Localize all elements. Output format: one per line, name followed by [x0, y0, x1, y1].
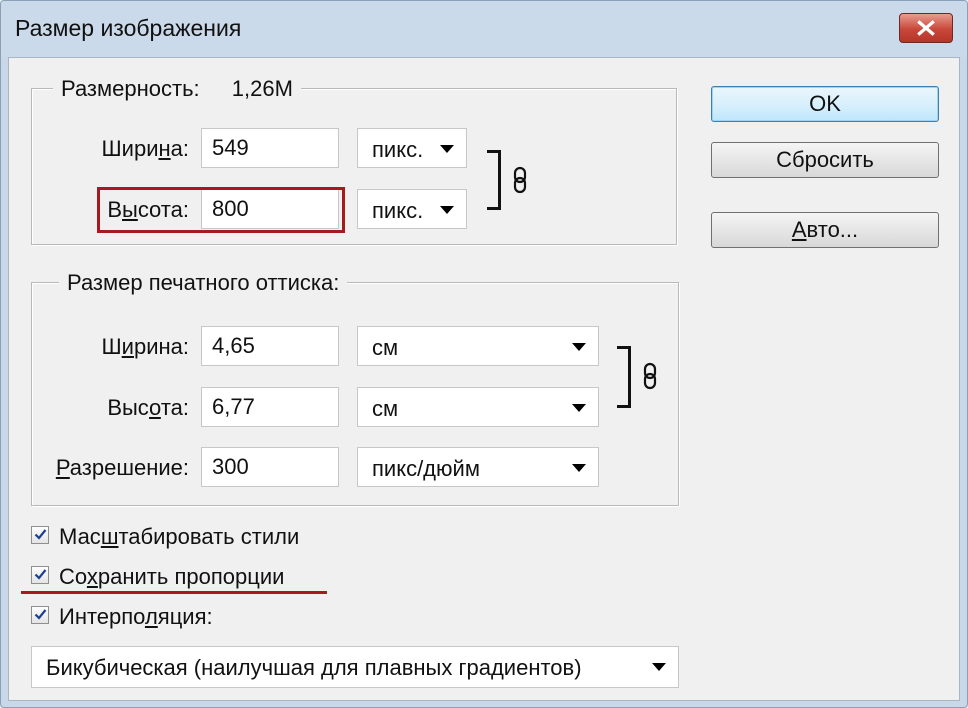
chevron-down-icon — [440, 206, 454, 214]
pixel-constrain-bracket — [487, 150, 501, 210]
chevron-down-icon — [652, 663, 666, 671]
doc-height-unit-select[interactable]: см — [357, 387, 599, 427]
resolution-unit-select[interactable]: пикс/дюйм — [357, 447, 599, 487]
doc-height-label: Высота: — [107, 395, 189, 420]
chevron-down-icon — [572, 343, 586, 351]
title-bar[interactable]: Размер изображения — [1, 1, 967, 57]
doc-width-input[interactable]: 4,65 — [201, 326, 339, 366]
chevron-down-icon — [572, 464, 586, 472]
checkmark-icon — [34, 609, 47, 620]
doc-constrain-bracket — [617, 346, 631, 408]
chain-link-icon — [643, 362, 657, 390]
close-button[interactable] — [899, 13, 953, 43]
ok-button[interactable]: OK — [711, 86, 939, 122]
resample-method-select[interactable]: Бикубическая (наилучшая для плавных град… — [31, 646, 679, 688]
constrain-proportions-label[interactable]: Сохранить пропорции — [59, 564, 284, 590]
pixel-dimensions-legend: Размерность: 1,26M — [53, 76, 301, 102]
chevron-down-icon — [572, 404, 586, 412]
pixel-width-input[interactable]: 549 — [201, 128, 339, 168]
resolution-label: Разрешение: — [55, 455, 189, 480]
pixel-dimensions-label: Размерность: — [61, 76, 200, 101]
chain-link-icon — [513, 166, 527, 194]
doc-width-unit-select[interactable]: см — [357, 326, 599, 366]
document-size-legend: Размер печатного оттиска: — [59, 270, 348, 296]
pixel-width-label: Ширина: — [101, 136, 190, 161]
resample-checkbox[interactable] — [31, 606, 49, 624]
resolution-input[interactable]: 300 — [201, 447, 339, 487]
pixel-height-unit-select[interactable]: пикс. — [357, 189, 467, 229]
reset-button[interactable]: Сбросить — [711, 142, 939, 178]
doc-width-label: Ширина: — [101, 334, 190, 359]
checkmark-icon — [34, 529, 47, 540]
scale-styles-checkbox[interactable] — [31, 526, 49, 544]
resample-label[interactable]: Интерполяция: — [59, 604, 213, 630]
dialog-body: Размерность: 1,26M Ширина: 549 пикс. Выс… — [8, 57, 960, 701]
doc-height-input[interactable]: 6,77 — [201, 387, 339, 427]
chevron-down-icon — [440, 145, 454, 153]
auto-button[interactable]: Авто... — [711, 212, 939, 248]
constrain-proportions-checkbox[interactable] — [31, 566, 49, 584]
dialog-title: Размер изображения — [15, 15, 242, 41]
image-size-dialog: Размер изображения Размерность: 1,26M Ши… — [0, 0, 968, 708]
pixel-width-unit-select[interactable]: пикс. — [357, 128, 467, 168]
close-icon — [917, 20, 935, 36]
height-highlight-frame — [97, 187, 345, 233]
scale-styles-label[interactable]: Масштабировать стили — [59, 524, 299, 550]
pixel-dimensions-size: 1,26M — [231, 76, 293, 101]
constrain-highlight-underline — [21, 591, 327, 594]
checkmark-icon — [34, 569, 47, 580]
